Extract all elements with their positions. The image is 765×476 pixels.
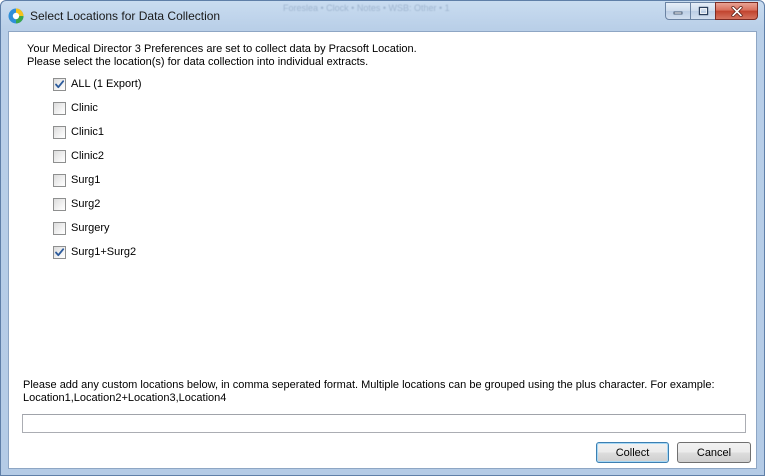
location-checkbox[interactable] (53, 149, 66, 163)
location-checkbox[interactable] (53, 173, 66, 187)
location-label: Surgery (71, 222, 110, 234)
checkmark-icon (55, 247, 65, 256)
intro-line-1: Your Medical Director 3 Preferences are … (27, 43, 417, 55)
location-checkbox-row[interactable]: Surgery (53, 220, 110, 236)
location-checkbox[interactable] (53, 77, 66, 91)
location-label: Surg2 (71, 198, 101, 210)
intro-line-2: Please select the location(s) for data c… (27, 56, 369, 68)
caption-buttons (665, 2, 758, 21)
close-icon (730, 5, 743, 17)
cancel-button[interactable]: Cancel (677, 442, 751, 463)
location-checkbox-row[interactable]: Clinic1 (53, 124, 104, 140)
minimize-button[interactable] (665, 2, 691, 20)
location-label: Surg1 (71, 174, 101, 186)
location-checkbox[interactable] (53, 221, 66, 235)
window-title: Select Locations for Data Collection (30, 9, 221, 23)
location-checkbox[interactable] (53, 197, 66, 211)
location-checkbox[interactable] (53, 101, 66, 115)
maximize-button[interactable] (690, 2, 716, 20)
collect-button[interactable]: Collect (596, 442, 669, 463)
app-logo-icon (8, 8, 24, 24)
maximize-icon (698, 6, 708, 16)
location-label: Clinic2 (71, 150, 105, 162)
location-checkbox[interactable] (53, 125, 66, 139)
minimize-icon (673, 11, 683, 15)
location-label: ALL (1 Export) (71, 78, 142, 90)
location-checkbox[interactable] (53, 245, 66, 259)
custom-note-line-2: Location1,Location2+Location3,Location4 (23, 392, 227, 404)
location-checkbox-row[interactable]: ALL (1 Export) (53, 76, 142, 92)
custom-note-line-1: Please add any custom locations below, i… (23, 379, 715, 391)
location-checkbox-row[interactable]: Clinic2 (53, 148, 104, 164)
custom-locations-input[interactable] (22, 414, 746, 433)
location-checkbox-row[interactable]: Surg1+Surg2 (53, 244, 136, 260)
intro-text: Your Medical Director 3 Preferences are … (27, 43, 417, 69)
location-label: Clinic (71, 102, 98, 114)
background-window-title: Foreslea • Clock • Notes • WSB: Other • … (283, 3, 450, 13)
title-bar[interactable]: Select Locations for Data Collection For… (1, 1, 764, 31)
dialog-window: Select Locations for Data Collection For… (0, 0, 765, 476)
location-checkbox-row[interactable]: Clinic (53, 100, 98, 116)
location-label: Surg1+Surg2 (71, 246, 137, 258)
close-button[interactable] (715, 2, 758, 20)
location-checkbox-row[interactable]: Surg1 (53, 172, 100, 188)
checkmark-icon (55, 79, 65, 88)
dialog-content: Your Medical Director 3 Preferences are … (8, 31, 757, 469)
location-checkbox-row[interactable]: Surg2 (53, 196, 100, 212)
custom-locations-instructions: Please add any custom locations below, i… (23, 379, 715, 405)
location-label: Clinic1 (71, 126, 105, 138)
